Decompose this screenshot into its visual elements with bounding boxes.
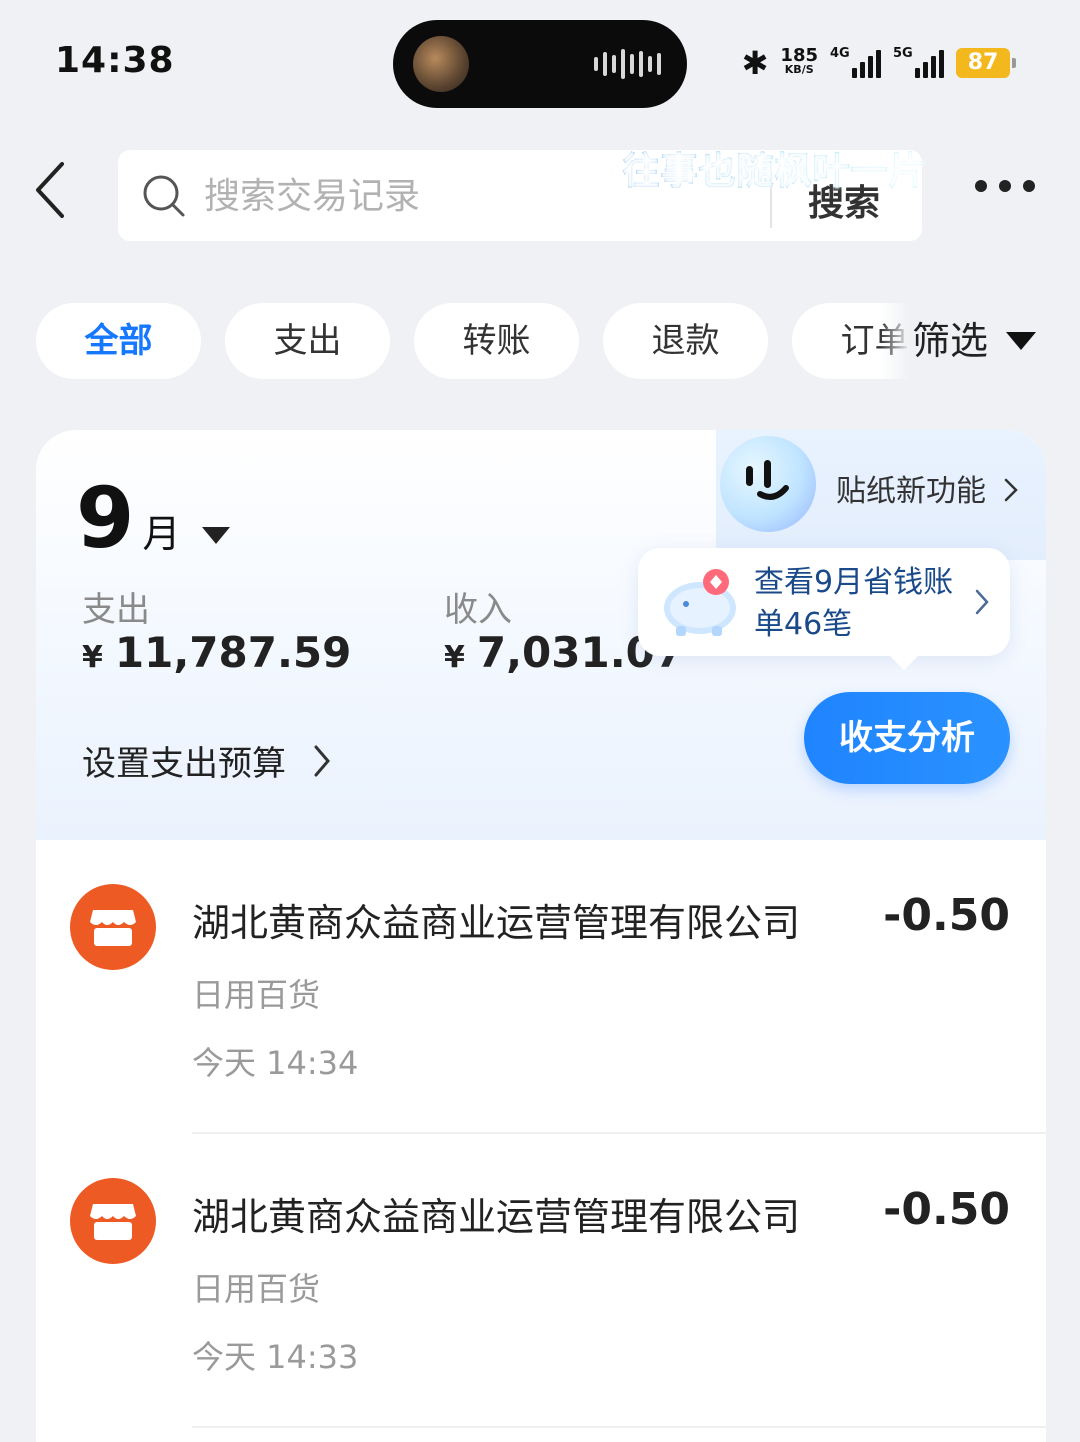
shop-icon <box>90 910 136 946</box>
currency-symbol: ¥ <box>444 640 465 675</box>
network-speed-value: 185 <box>780 45 818 66</box>
back-button[interactable] <box>30 160 90 230</box>
tab-refund[interactable]: 退款 <box>603 303 768 379</box>
dynamic-island-media[interactable] <box>393 20 687 108</box>
floating-lyric-overlay: 往事也随枫叶一片 <box>622 140 926 195</box>
more-dot-icon <box>975 180 987 192</box>
caret-down-icon <box>202 527 231 544</box>
set-budget-label: 设置支出预算 <box>82 744 286 784</box>
row-divider <box>192 1426 1046 1428</box>
sticker-feature-label: 贴纸新功能 <box>836 474 986 509</box>
savings-tip-bubble[interactable]: 查看9月省钱账单46笔 <box>638 548 1010 656</box>
chevron-right-icon <box>975 589 989 615</box>
transaction-amount: -0.50 <box>883 890 1010 941</box>
month-unit: 月 <box>142 512 181 556</box>
chevron-right-icon <box>314 745 330 776</box>
merchant-name: 湖北黄商众益商业运营管理有限公司 <box>192 901 801 945</box>
transaction-time: 今天 14:33 <box>192 1338 359 1376</box>
album-cover-thumbnail <box>413 36 469 92</box>
expense-total: ¥11,787.59 <box>82 628 351 677</box>
currency-symbol: ¥ <box>82 640 103 675</box>
transaction-category: 日用百货 <box>192 976 321 1014</box>
network-speed-unit: KB/S <box>784 63 814 76</box>
transaction-time: 今天 14:34 <box>192 1044 359 1082</box>
transaction-history-screen: 14:38 ✱ 185 KB/S 4G 5G 87 搜索交易记录 搜索 往事也随… <box>0 0 1080 1442</box>
tab-transfer[interactable]: 转账 <box>414 303 579 379</box>
more-dot-icon <box>999 180 1011 192</box>
battery-icon: 87 <box>956 48 1016 78</box>
expense-amount: 11,787.59 <box>114 628 352 677</box>
set-budget-link[interactable]: 设置支出预算 <box>82 736 332 785</box>
sim2-type: 5G <box>893 46 913 61</box>
network-speed: 185 KB/S <box>780 45 818 77</box>
merchant-store-icon <box>70 1178 156 1264</box>
shop-icon <box>90 1204 136 1240</box>
month-selector[interactable]: 9 月 <box>76 469 231 567</box>
tab-expense[interactable]: 支出 <box>225 303 390 379</box>
smile-face-icon <box>746 460 789 500</box>
month-number: 9 <box>76 469 135 567</box>
sticker-mascot-icon[interactable] <box>720 436 816 532</box>
savings-tip-text: 查看9月省钱账单46笔 <box>754 565 954 642</box>
filter-button[interactable]: 筛选 <box>880 303 1080 379</box>
transaction-card: 贴纸新功能 9 月 支出 ¥11,787.59 收入 ¥7,031.07 查看9… <box>36 430 1046 1442</box>
bluetooth-icon: ✱ <box>741 44 769 82</box>
status-time: 14:38 <box>55 40 175 81</box>
status-indicators: ✱ 185 KB/S 4G 5G 87 <box>741 44 1016 82</box>
sim1-type: 4G <box>830 46 850 61</box>
income-label: 收入 <box>444 590 512 630</box>
tab-all[interactable]: 全部 <box>36 303 201 379</box>
transaction-row[interactable]: 湖北黄商众益商业运营管理有限公司 -0.50 日用百货 今天 14:33 <box>36 1134 1046 1428</box>
more-options-button[interactable] <box>975 180 1035 192</box>
signal-sim1-icon: 4G <box>830 46 881 78</box>
merchant-store-icon <box>70 884 156 970</box>
chevron-right-icon <box>1004 478 1018 502</box>
search-icon <box>143 175 185 217</box>
more-dot-icon <box>1023 180 1035 192</box>
piggy-bank-icon <box>664 569 736 636</box>
signal-sim2-icon: 5G <box>893 46 944 78</box>
caret-down-icon <box>1006 332 1037 350</box>
transaction-amount: -0.50 <box>883 1184 1010 1235</box>
chevron-left-icon <box>36 162 64 218</box>
transaction-category: 日用百货 <box>192 1270 321 1308</box>
sticker-feature-link[interactable]: 贴纸新功能 <box>836 466 1020 510</box>
transaction-row[interactable]: 湖北黄商众益商业运营管理有限公司 -0.50 日用百货 今天 14:34 <box>36 840 1046 1134</box>
income-expense-analysis-button[interactable]: 收支分析 <box>804 692 1010 784</box>
filter-label: 筛选 <box>912 319 989 363</box>
merchant-name: 湖北黄商众益商业运营管理有限公司 <box>192 1195 801 1239</box>
expense-label: 支出 <box>82 590 150 630</box>
audio-waveform-icon <box>594 48 661 80</box>
